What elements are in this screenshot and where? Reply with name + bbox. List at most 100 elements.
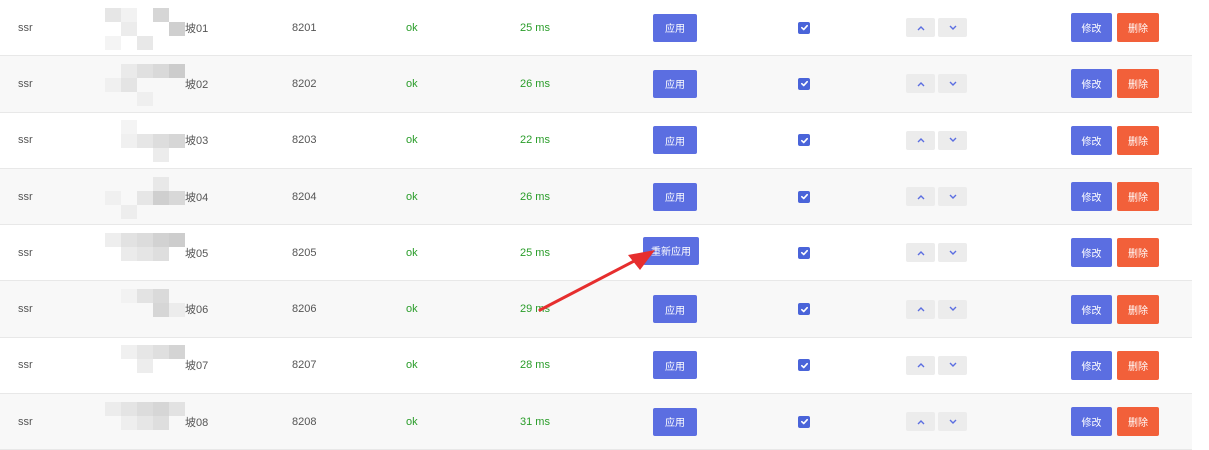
chevron-up-icon[interactable] [906, 299, 935, 319]
node-port: 8208 [292, 415, 317, 428]
node-name-suffix: 坡06 [185, 304, 209, 317]
node-type: ssr [18, 246, 33, 259]
delete-button[interactable]: 删除 [1117, 238, 1159, 268]
delete-button[interactable]: 删除 [1117, 350, 1159, 380]
table-row: ssr 坡08 8208 ok 31 ms 应用 修改 删除 [0, 394, 1192, 450]
checkmark-icon[interactable] [798, 21, 810, 34]
node-status: ok [406, 359, 418, 372]
redacted-name-mosaic [105, 232, 185, 273]
redacted-name-mosaic [105, 345, 185, 385]
node-name-suffix: 坡08 [185, 416, 209, 429]
chevron-down-icon[interactable] [938, 130, 967, 150]
delete-button[interactable]: 删除 [1117, 69, 1159, 99]
node-latency: 25 ms [520, 21, 550, 34]
node-port: 8204 [292, 190, 317, 203]
node-port: 8201 [292, 21, 317, 34]
apply-button[interactable]: 应用 [653, 351, 697, 380]
node-port: 8203 [292, 134, 317, 147]
node-name: 坡01 [105, 0, 215, 55]
checkmark-icon[interactable] [798, 134, 810, 147]
reapply-button[interactable]: 重新应用 [643, 236, 699, 265]
redacted-name-mosaic [105, 120, 185, 163]
apply-button[interactable]: 应用 [653, 126, 697, 155]
node-name: 坡07 [105, 338, 215, 393]
table-row: ssr 坡03 8203 ok 22 ms 应用 修改 删除 [0, 113, 1192, 169]
node-name: 坡04 [105, 169, 215, 224]
edit-button[interactable]: 修改 [1071, 294, 1112, 324]
node-port: 8205 [292, 246, 317, 259]
node-port: 8206 [292, 303, 317, 316]
node-type: ssr [18, 190, 33, 203]
chevron-down-icon[interactable] [938, 18, 967, 38]
checkmark-icon[interactable] [798, 415, 810, 428]
node-type: ssr [18, 21, 33, 34]
redacted-name-mosaic [105, 289, 185, 329]
chevron-down-icon[interactable] [938, 355, 967, 375]
node-name-suffix: 坡07 [185, 360, 209, 373]
node-status: ok [406, 190, 418, 203]
delete-button[interactable]: 删除 [1117, 125, 1159, 155]
node-latency: 26 ms [520, 77, 550, 90]
node-name-suffix: 坡03 [185, 135, 209, 148]
edit-button[interactable]: 修改 [1071, 238, 1112, 268]
edit-button[interactable]: 修改 [1071, 182, 1112, 212]
node-latency: 22 ms [520, 134, 550, 147]
delete-button[interactable]: 删除 [1117, 407, 1159, 437]
node-name-suffix: 坡02 [185, 78, 209, 91]
delete-button[interactable]: 删除 [1117, 182, 1159, 212]
node-status: ok [406, 246, 418, 259]
edit-button[interactable]: 修改 [1071, 125, 1112, 155]
delete-button[interactable]: 删除 [1117, 13, 1159, 43]
chevron-up-icon[interactable] [906, 74, 935, 94]
chevron-up-icon[interactable] [906, 18, 935, 38]
delete-button[interactable]: 删除 [1117, 294, 1159, 324]
node-status: ok [406, 415, 418, 428]
node-latency: 29 ms [520, 303, 550, 316]
edit-button[interactable]: 修改 [1071, 69, 1112, 99]
node-name-suffix: 坡04 [185, 191, 209, 204]
node-port: 8207 [292, 359, 317, 372]
chevron-down-icon[interactable] [938, 412, 967, 432]
node-name-suffix: 坡01 [185, 22, 209, 35]
node-name: 坡05 [105, 225, 215, 280]
chevron-up-icon[interactable] [906, 130, 935, 150]
node-status: ok [406, 303, 418, 316]
node-table: ssr 坡01 8201 ok 25 ms 应用 修改 删除 ssr 坡02 8… [0, 0, 1192, 450]
node-latency: 25 ms [520, 246, 550, 259]
chevron-up-icon[interactable] [906, 243, 935, 263]
apply-button[interactable]: 应用 [653, 407, 697, 436]
checkmark-icon[interactable] [798, 303, 810, 316]
chevron-up-icon[interactable] [906, 412, 935, 432]
apply-button[interactable]: 应用 [653, 182, 697, 211]
checkmark-icon[interactable] [798, 246, 810, 259]
node-name: 坡08 [105, 394, 215, 449]
checkmark-icon[interactable] [798, 77, 810, 90]
chevron-up-icon[interactable] [906, 355, 935, 375]
apply-button[interactable]: 应用 [653, 13, 697, 42]
chevron-down-icon[interactable] [938, 74, 967, 94]
checkmark-icon[interactable] [798, 359, 810, 372]
table-row: ssr 坡04 8204 ok 26 ms 应用 修改 删除 [0, 168, 1192, 226]
edit-button[interactable]: 修改 [1071, 350, 1112, 380]
node-type: ssr [18, 134, 33, 147]
edit-button[interactable]: 修改 [1071, 407, 1112, 437]
node-status: ok [406, 134, 418, 147]
redacted-name-mosaic [105, 401, 185, 442]
chevron-down-icon[interactable] [938, 187, 967, 207]
chevron-down-icon[interactable] [938, 243, 967, 263]
node-status: ok [406, 77, 418, 90]
node-status: ok [406, 21, 418, 34]
edit-button[interactable]: 修改 [1071, 13, 1112, 43]
node-name: 坡03 [105, 113, 215, 168]
node-latency: 26 ms [520, 190, 550, 203]
node-type: ssr [18, 77, 33, 90]
node-type: ssr [18, 415, 33, 428]
node-type: ssr [18, 359, 33, 372]
chevron-down-icon[interactable] [938, 299, 967, 319]
apply-button[interactable]: 应用 [653, 295, 697, 324]
node-name: 坡06 [105, 281, 215, 336]
redacted-name-mosaic [105, 176, 185, 219]
chevron-up-icon[interactable] [906, 187, 935, 207]
apply-button[interactable]: 应用 [653, 69, 697, 98]
checkmark-icon[interactable] [798, 190, 810, 203]
